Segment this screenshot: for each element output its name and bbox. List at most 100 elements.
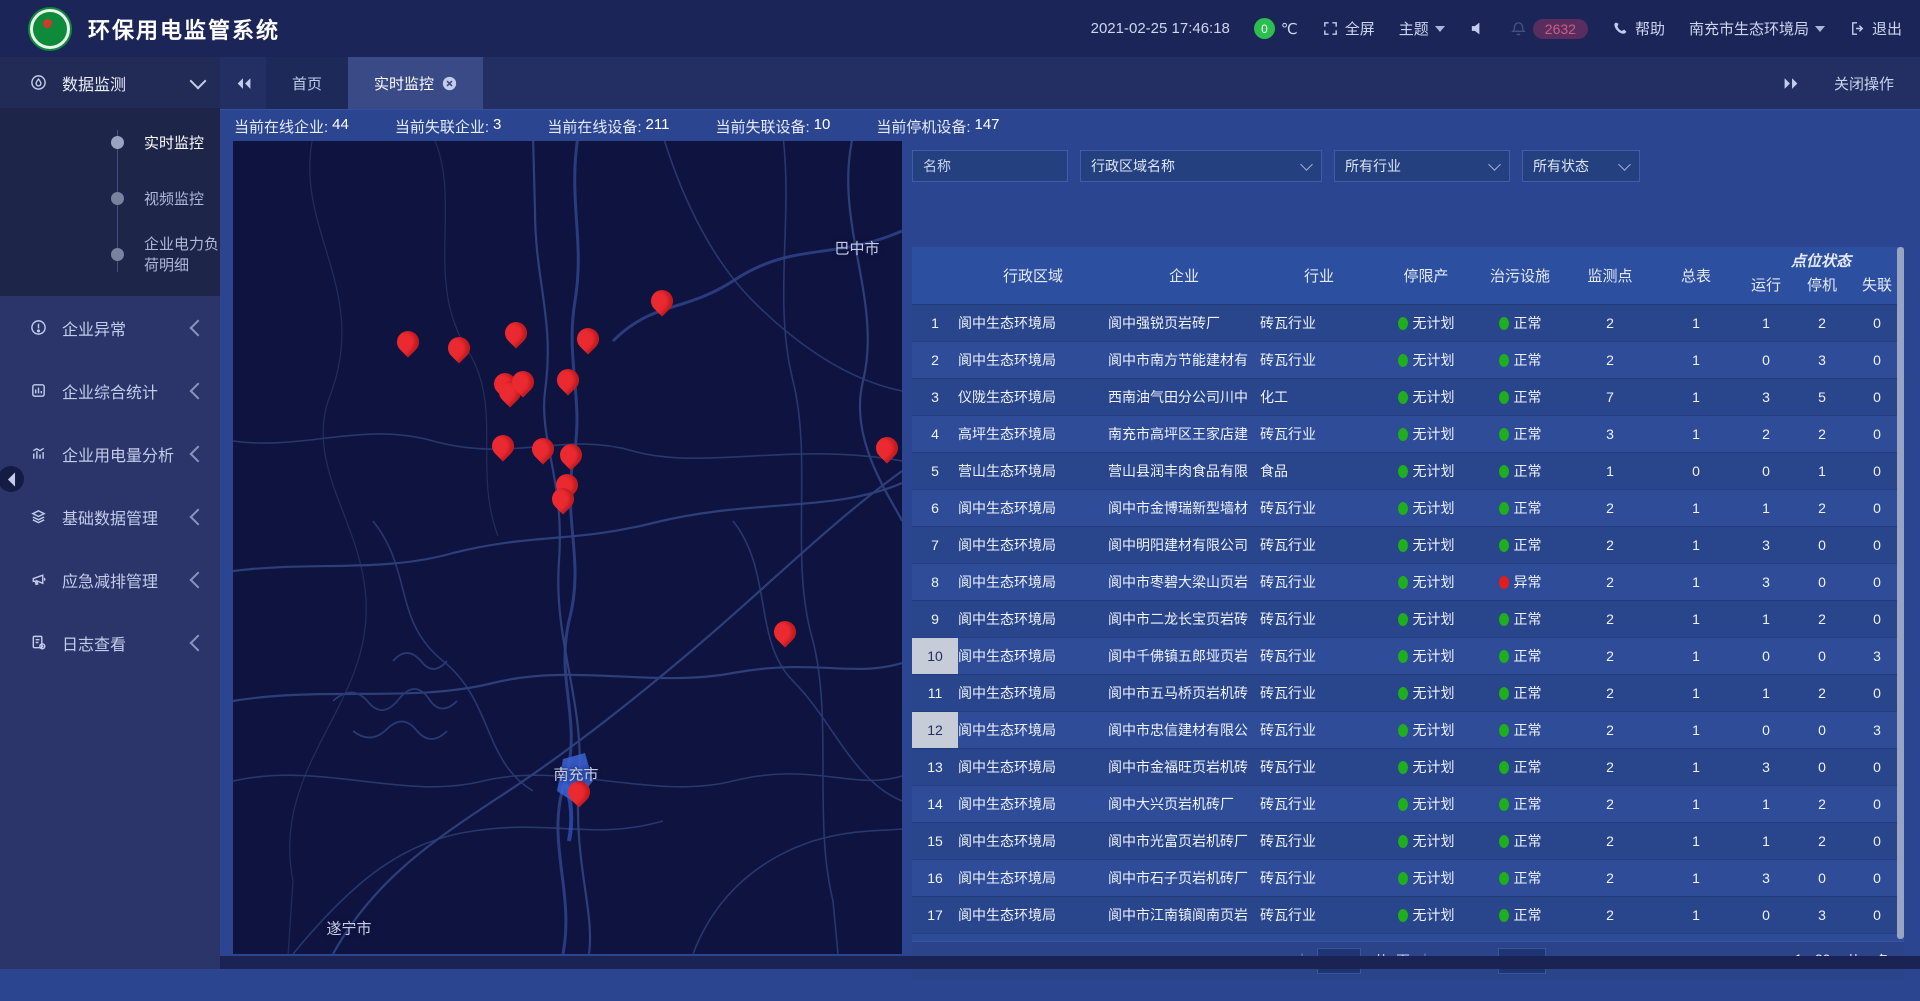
chevron-double-right-icon[interactable] bbox=[1783, 75, 1800, 92]
stat-value: 147 bbox=[975, 116, 1000, 137]
cell-run: 3 bbox=[1738, 564, 1794, 600]
cell-region: 阆中生态环境局 bbox=[958, 897, 1108, 933]
cell-production: 无计划 bbox=[1378, 823, 1474, 859]
cell-treatment: 正常 bbox=[1474, 897, 1566, 933]
cell-stop: 0 bbox=[1794, 712, 1850, 748]
table-row[interactable]: 9阆中生态环境局阆中市二龙长宝页岩砖砖瓦行业无计划正常21120 bbox=[912, 600, 1904, 637]
close-operations-button[interactable]: 关闭操作 bbox=[1834, 73, 1894, 94]
row-index: 8 bbox=[912, 564, 958, 600]
submenu-dot-icon bbox=[111, 136, 124, 149]
cell-enterprise: 阆中市金博瑞新型墙材 bbox=[1108, 490, 1260, 526]
sidebar-item-label: 应急减排管理 bbox=[62, 568, 192, 592]
cell-meter: 1 bbox=[1654, 786, 1738, 822]
cell-lost: 0 bbox=[1850, 342, 1904, 378]
cell-region: 阆中生态环境局 bbox=[958, 527, 1108, 563]
sidebar-subitem-视频监控[interactable]: 视频监控 bbox=[0, 170, 220, 226]
cell-meter: 1 bbox=[1654, 416, 1738, 452]
logout-button[interactable]: 退出 bbox=[1849, 18, 1902, 39]
sidebar-item-日志查看[interactable]: 日志查看 bbox=[0, 611, 220, 674]
sidebar-item-企业综合统计[interactable]: 企业综合统计 bbox=[0, 359, 220, 422]
table-scrollbar[interactable] bbox=[1897, 247, 1904, 939]
table-row[interactable]: 11阆中生态环境局阆中市五马桥页岩机砖砖瓦行业无计划正常21120 bbox=[912, 674, 1904, 711]
sidebar-subitem-实时监控[interactable]: 实时监控 bbox=[0, 114, 220, 170]
table-row[interactable]: 18南部生态环境局南部县双华上河有限公砖瓦行业无计划正常60060 bbox=[912, 933, 1904, 941]
sidebar-item-企业用电量分析[interactable]: 企业用电量分析 bbox=[0, 422, 220, 485]
status-dot-icon bbox=[1398, 724, 1408, 737]
sidebar-item-企业异常[interactable]: 企业异常 bbox=[0, 296, 220, 359]
cell-enterprise: 阆中市五马桥页岩机砖 bbox=[1108, 675, 1260, 711]
cell-lost: 0 bbox=[1850, 749, 1904, 785]
cell-monitor: 2 bbox=[1566, 823, 1654, 859]
name-filter-input[interactable] bbox=[912, 150, 1068, 182]
theme-menu[interactable]: 主题 bbox=[1399, 18, 1445, 39]
cell-run: 1 bbox=[1738, 675, 1794, 711]
sidebar-item-基础数据管理[interactable]: 基础数据管理 bbox=[0, 485, 220, 548]
cell-production: 无计划 bbox=[1378, 379, 1474, 415]
cell-enterprise: 阆中市二龙长宝页岩砖 bbox=[1108, 601, 1260, 637]
cell-industry: 化工 bbox=[1260, 379, 1378, 415]
table-row[interactable]: 2阆中生态环境局阆中市南方节能建材有砖瓦行业无计划正常21030 bbox=[912, 341, 1904, 378]
cell-industry: 砖瓦行业 bbox=[1260, 786, 1378, 822]
table-row[interactable]: 7阆中生态环境局阆中明阳建材有限公司砖瓦行业无计划正常21300 bbox=[912, 526, 1904, 563]
org-menu[interactable]: 南充市生态环境局 bbox=[1689, 18, 1825, 39]
table-row[interactable]: 16阆中生态环境局阆中市石子页岩机砖厂砖瓦行业无计划正常21300 bbox=[912, 859, 1904, 896]
notifications[interactable]: 2632 bbox=[1510, 19, 1588, 39]
temperature-unit: ℃ bbox=[1281, 20, 1298, 38]
chevron-down-icon bbox=[1300, 158, 1313, 171]
app-logo bbox=[30, 9, 70, 49]
row-index: 2 bbox=[912, 342, 958, 378]
row-index: 6 bbox=[912, 490, 958, 526]
table-row[interactable]: 12阆中生态环境局阆中市忠信建材有限公砖瓦行业无计划正常21003 bbox=[912, 711, 1904, 748]
cell-treatment: 正常 bbox=[1474, 749, 1566, 785]
status-filter-select[interactable]: 所有状态 bbox=[1522, 150, 1640, 182]
table-row[interactable]: 8阆中生态环境局阆中市枣碧大梁山页岩砖瓦行业无计划异常21300 bbox=[912, 563, 1904, 600]
table-row[interactable]: 13阆中生态环境局阆中市金福旺页岩机砖砖瓦行业无计划正常21300 bbox=[912, 748, 1904, 785]
sidebar-item-应急减排管理[interactable]: 应急减排管理 bbox=[0, 548, 220, 611]
mute-button[interactable] bbox=[1469, 20, 1486, 37]
cell-run: 3 bbox=[1738, 379, 1794, 415]
chevron-left-icon bbox=[190, 445, 207, 462]
table-row[interactable]: 3仪陇生态环境局西南油气田分公司川中化工无计划正常71350 bbox=[912, 378, 1904, 415]
tab-实时监控[interactable]: 实时监控 bbox=[348, 57, 483, 109]
cell-monitor: 2 bbox=[1566, 860, 1654, 896]
cell-run: 0 bbox=[1738, 453, 1794, 489]
cell-stop: 2 bbox=[1794, 786, 1850, 822]
cell-run: 1 bbox=[1738, 823, 1794, 859]
status-text: 无计划 bbox=[1413, 720, 1455, 740]
region-filter-select[interactable]: 行政区域名称 bbox=[1080, 150, 1322, 182]
table-row[interactable]: 1阆中生态环境局阆中强锐页岩砖厂砖瓦行业无计划正常21120 bbox=[912, 304, 1904, 341]
cell-enterprise: 阆中市南方节能建材有 bbox=[1108, 342, 1260, 378]
cell-meter: 1 bbox=[1654, 490, 1738, 526]
sidebar-subitem-企业电力负荷明细[interactable]: 企业电力负荷明细 bbox=[0, 226, 220, 282]
cell-lost: 0 bbox=[1850, 897, 1904, 933]
tab-首页[interactable]: 首页 bbox=[266, 57, 348, 109]
sidebar-item-数据监测[interactable]: 数据监测 bbox=[0, 57, 220, 108]
table-row[interactable]: 14阆中生态环境局阆中大兴页岩机砖厂砖瓦行业无计划正常21120 bbox=[912, 785, 1904, 822]
table-row[interactable]: 15阆中生态环境局阆中市光富页岩机砖厂砖瓦行业无计划正常21120 bbox=[912, 822, 1904, 859]
industry-filter-select[interactable]: 所有行业 bbox=[1334, 150, 1510, 182]
cell-industry: 砖瓦行业 bbox=[1260, 342, 1378, 378]
cell-stop: 2 bbox=[1794, 305, 1850, 341]
table-row[interactable]: 6阆中生态环境局阆中市金博瑞新型墙材砖瓦行业无计划正常21120 bbox=[912, 489, 1904, 526]
table-row[interactable]: 10阆中生态环境局阆中千佛镇五郎垭页岩砖瓦行业无计划正常21003 bbox=[912, 637, 1904, 674]
table-row[interactable]: 4高坪生态环境局南充市高坪区王家店建砖瓦行业无计划正常31220 bbox=[912, 415, 1904, 452]
status-text: 正常 bbox=[1514, 498, 1542, 518]
table-row[interactable]: 17阆中生态环境局阆中市江南镇阆南页岩砖瓦行业无计划正常21030 bbox=[912, 896, 1904, 933]
map[interactable]: 巴中市南充市遂宁市 bbox=[233, 141, 902, 954]
sidebar-item-label: 企业用电量分析 bbox=[62, 442, 192, 466]
cell-meter: 0 bbox=[1654, 453, 1738, 489]
tab-close-icon[interactable] bbox=[442, 76, 457, 91]
help-button[interactable]: 帮助 bbox=[1612, 18, 1665, 39]
sidebar-item-label: 基础数据管理 bbox=[62, 505, 192, 529]
status-dot-icon bbox=[1398, 354, 1408, 367]
status-dot-icon bbox=[1398, 317, 1408, 330]
cell-industry: 食品 bbox=[1260, 453, 1378, 489]
tabs-scroll-left-button[interactable] bbox=[220, 57, 266, 109]
fullscreen-button[interactable]: 全屏 bbox=[1322, 18, 1375, 39]
sidebar-emergency-icon bbox=[28, 571, 48, 588]
row-index: 1 bbox=[912, 305, 958, 341]
status-text: 正常 bbox=[1514, 831, 1542, 851]
cell-lost: 0 bbox=[1850, 675, 1904, 711]
cell-region: 阆中生态环境局 bbox=[958, 490, 1108, 526]
table-row[interactable]: 5营山生态环境局营山县润丰肉食品有限食品无计划正常10010 bbox=[912, 452, 1904, 489]
